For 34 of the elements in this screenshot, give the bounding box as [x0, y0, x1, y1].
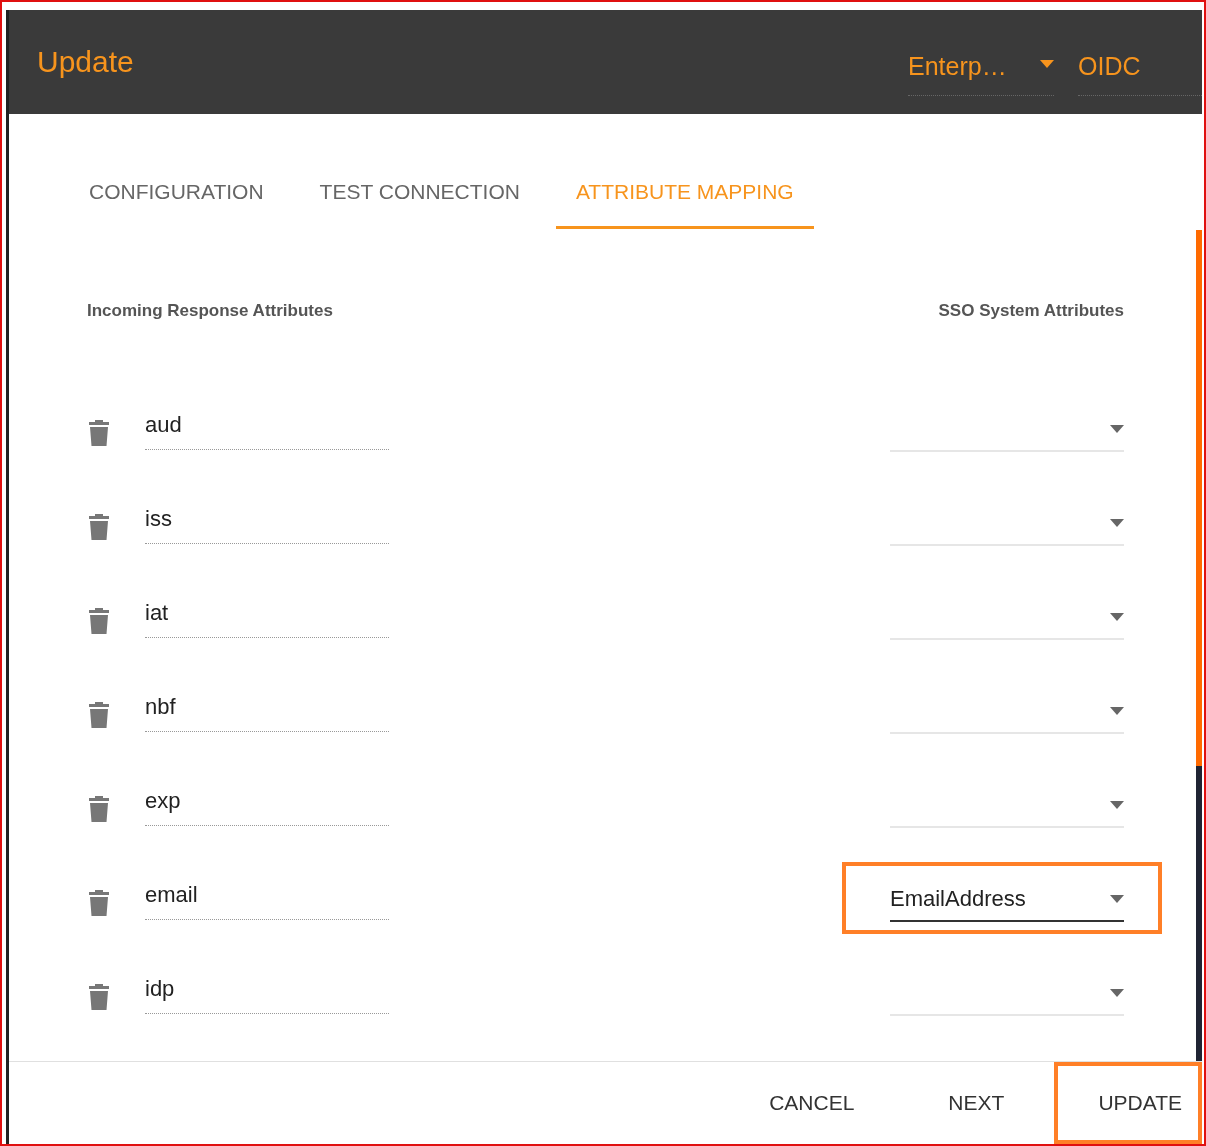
dialog-button[interactable]: UPDATE — [1054, 1062, 1202, 1144]
caret-icon — [1110, 801, 1124, 809]
input-field[interactable]: nbf — [145, 688, 389, 732]
caret-icon — [1110, 707, 1124, 715]
header-select[interactable]: Enterp… — [908, 44, 1054, 96]
dialog-title: Update — [37, 45, 135, 79]
input-field[interactable]: email — [145, 876, 389, 920]
caret-icon — [1110, 519, 1124, 527]
caret-icon — [1040, 60, 1054, 68]
trash-icon[interactable] — [89, 796, 109, 822]
caret-icon — [1110, 895, 1124, 903]
tab[interactable]: TEST CONNECTION — [299, 162, 540, 229]
dialog-button[interactable]: CANCEL — [725, 1062, 875, 1144]
caret-icon — [1110, 425, 1124, 433]
input-field[interactable]: aud — [145, 406, 389, 450]
dialog-button[interactable]: NEXT — [904, 1062, 1025, 1144]
trash-icon[interactable] — [89, 420, 109, 446]
trash-icon[interactable] — [89, 514, 109, 540]
header-select[interactable]: OIDC — [1078, 44, 1202, 96]
input-field[interactable]: iat — [145, 594, 389, 638]
input-field[interactable]: exp — [145, 782, 389, 826]
column-heading: Incoming Response Attributes — [87, 301, 333, 321]
trash-icon[interactable] — [89, 984, 109, 1010]
column-heading: SSO System Attributes — [938, 301, 1124, 321]
trash-icon[interactable] — [89, 608, 109, 634]
caret-icon — [1110, 989, 1124, 997]
trash-icon[interactable] — [89, 890, 109, 916]
scrollbar-thumb[interactable] — [1196, 230, 1202, 766]
trash-icon[interactable] — [89, 702, 109, 728]
dropdown-field[interactable]: EmailAddress — [890, 878, 1124, 922]
caret-icon — [1110, 613, 1124, 621]
tab[interactable]: CONFIGURATION — [69, 162, 284, 229]
input-field[interactable]: iss — [145, 500, 389, 544]
input-field[interactable]: idp — [145, 970, 389, 1014]
